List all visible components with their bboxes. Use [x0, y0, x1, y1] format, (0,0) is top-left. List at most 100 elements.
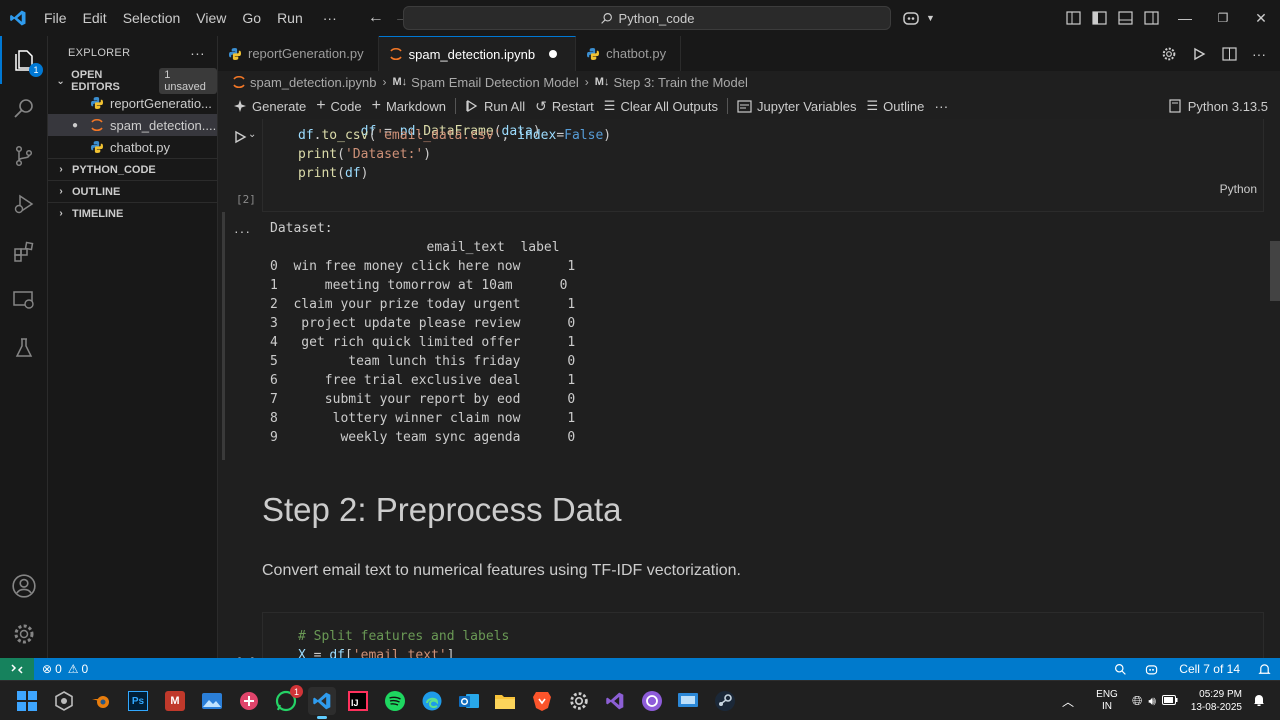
- toggle-panel-icon[interactable]: [1112, 0, 1138, 36]
- menu-selection[interactable]: Selection: [115, 0, 189, 36]
- menu-run[interactable]: Run: [269, 0, 311, 36]
- extensions-icon[interactable]: [0, 228, 48, 276]
- run-debug-icon[interactable]: [0, 180, 48, 228]
- remote-indicator-icon[interactable]: [0, 658, 34, 680]
- clock[interactable]: 05:29 PM 13-08-2025: [1190, 688, 1242, 714]
- photos-app-icon[interactable]: [198, 687, 226, 715]
- notification-center-icon[interactable]: [1252, 693, 1266, 710]
- language-indicator[interactable]: ENG IN: [1094, 689, 1120, 713]
- settings-app-icon[interactable]: [50, 687, 78, 715]
- breadcrumb-heading2[interactable]: Step 3: Train the Model: [613, 75, 747, 90]
- kernel-picker[interactable]: Python 3.13.5: [1168, 93, 1268, 119]
- testing-flask-icon[interactable]: [0, 324, 48, 372]
- split-editor-icon[interactable]: [1216, 41, 1242, 67]
- source-control-icon[interactable]: [0, 132, 48, 180]
- github-desktop-icon[interactable]: [638, 687, 666, 715]
- minimize-icon[interactable]: —: [1166, 0, 1204, 36]
- close-icon[interactable]: ✕: [1242, 0, 1280, 36]
- copilot-button[interactable]: ▼: [902, 0, 935, 36]
- photoshop-icon[interactable]: Ps: [124, 687, 152, 715]
- search-text: Python_code: [618, 10, 695, 26]
- menu-edit[interactable]: Edit: [75, 0, 115, 36]
- settings-gear-icon[interactable]: [0, 610, 48, 658]
- whatsapp-icon[interactable]: 1: [272, 685, 303, 715]
- file-explorer-icon[interactable]: [491, 687, 519, 715]
- explorer-more-button[interactable]: ···: [190, 45, 205, 61]
- breadcrumb-heading1[interactable]: Spam Email Detection Model: [411, 75, 579, 90]
- customize-layout-icon[interactable]: [1060, 0, 1086, 36]
- run-cell-icon[interactable]: [230, 127, 250, 147]
- visual-studio-icon[interactable]: [601, 687, 629, 715]
- output-more-button[interactable]: ···: [234, 223, 251, 239]
- edge-icon[interactable]: [418, 687, 446, 715]
- tab-report-generation[interactable]: reportGeneration.py: [218, 36, 379, 71]
- restore-icon[interactable]: ❐: [1204, 0, 1242, 36]
- add-code-cell-button[interactable]: + Code: [311, 97, 366, 115]
- outline-button[interactable]: ☰ Outline: [861, 98, 929, 114]
- spotify-icon[interactable]: [381, 687, 409, 715]
- snipping-tool-icon[interactable]: [235, 687, 263, 715]
- restart-button[interactable]: ↺ Restart: [530, 98, 599, 115]
- open-editor-item[interactable]: chatbot.py: [48, 136, 217, 158]
- accounts-icon[interactable]: [0, 562, 48, 610]
- chevron-down-icon: ⌄: [56, 75, 65, 87]
- problems-indicator[interactable]: ⊗ 0 ⚠ 0: [34, 662, 96, 676]
- run-all-button[interactable]: Run All: [460, 99, 530, 114]
- explorer-icon[interactable]: 1: [0, 36, 48, 84]
- chevron-down-icon[interactable]: ⌄: [248, 129, 256, 140]
- outlook-icon[interactable]: [455, 687, 483, 715]
- command-center-search[interactable]: Python_code: [403, 6, 891, 30]
- code-cell[interactable]: # Split features and labels X = df['emai…: [262, 612, 1264, 658]
- unsaved-dot-icon[interactable]: [549, 50, 558, 58]
- brave-browser-icon[interactable]: [528, 687, 556, 715]
- remote-desktop-icon[interactable]: [674, 687, 702, 715]
- breadcrumb-file[interactable]: spam_detection.ipynb: [250, 75, 376, 90]
- open-editor-item-active[interactable]: ● spam_detection....: [48, 114, 217, 136]
- chevron-down-icon: ▼: [926, 13, 935, 23]
- copilot-status-icon[interactable]: [1136, 663, 1170, 676]
- python-code-folder-section[interactable]: › PYTHON_CODE: [48, 158, 217, 180]
- menu-view[interactable]: View: [188, 0, 234, 36]
- generate-button[interactable]: Generate: [228, 99, 311, 114]
- scrollbar-thumb[interactable]: [1270, 241, 1280, 301]
- file-label: spam_detection....: [110, 117, 217, 133]
- cell-position[interactable]: Cell 7 of 14: [1170, 662, 1249, 676]
- settings-gear-icon[interactable]: [565, 687, 593, 715]
- tab-chatbot[interactable]: chatbot.py: [576, 36, 682, 71]
- back-arrow-icon[interactable]: ←: [363, 9, 389, 27]
- toggle-sidebar-icon[interactable]: [1086, 0, 1112, 36]
- menu-go[interactable]: Go: [234, 0, 269, 36]
- menu-more[interactable]: ···: [315, 0, 345, 36]
- search-icon: [600, 12, 612, 24]
- blender-icon[interactable]: [87, 687, 115, 715]
- more-actions-icon[interactable]: ···: [1246, 41, 1272, 67]
- zoom-icon[interactable]: [1105, 663, 1136, 676]
- add-markdown-cell-button[interactable]: + Markdown: [367, 97, 451, 115]
- clear-all-outputs-button[interactable]: ☰ Clear All Outputs: [599, 98, 723, 114]
- open-editors-section[interactable]: ⌄ OPEN EDITORS 1 unsaved: [48, 68, 217, 94]
- steam-icon[interactable]: [711, 687, 739, 715]
- app-red-icon[interactable]: M: [161, 687, 189, 715]
- notifications-bell-icon[interactable]: [1249, 663, 1280, 676]
- timeline-section[interactable]: › TIMELINE: [48, 202, 217, 224]
- cell-language[interactable]: Python: [1220, 182, 1257, 196]
- menu-file[interactable]: File: [36, 0, 75, 36]
- toolbar-more-button[interactable]: ···: [929, 98, 953, 114]
- notebook-settings-gear-icon[interactable]: [1156, 41, 1182, 67]
- open-editor-item[interactable]: reportGeneratio...: [48, 92, 217, 114]
- battery-icon[interactable]: [1161, 694, 1178, 708]
- jupyter-variables-button[interactable]: Jupyter Variables: [732, 99, 861, 114]
- toggle-secondary-sidebar-icon[interactable]: [1138, 0, 1164, 36]
- code-cell[interactable]: df = pd.DataFrame(data) df.to_csv('email…: [262, 119, 1264, 212]
- run-icon[interactable]: [1186, 41, 1212, 67]
- network-globe-icon[interactable]: 🌐︎: [1132, 693, 1142, 709]
- search-icon[interactable]: [0, 84, 48, 132]
- vscode-taskbar-icon[interactable]: [308, 687, 336, 719]
- outline-section[interactable]: › OUTLINE: [48, 180, 217, 202]
- chevron-up-icon[interactable]: ︿: [1056, 693, 1080, 710]
- tab-spam-detection[interactable]: spam_detection.ipynb: [378, 36, 577, 71]
- volume-icon[interactable]: 🔊︎: [1148, 694, 1156, 709]
- intellij-icon[interactable]: IJ: [344, 687, 372, 715]
- remote-explorer-icon[interactable]: [0, 276, 48, 324]
- windows-start-icon[interactable]: [13, 687, 41, 715]
